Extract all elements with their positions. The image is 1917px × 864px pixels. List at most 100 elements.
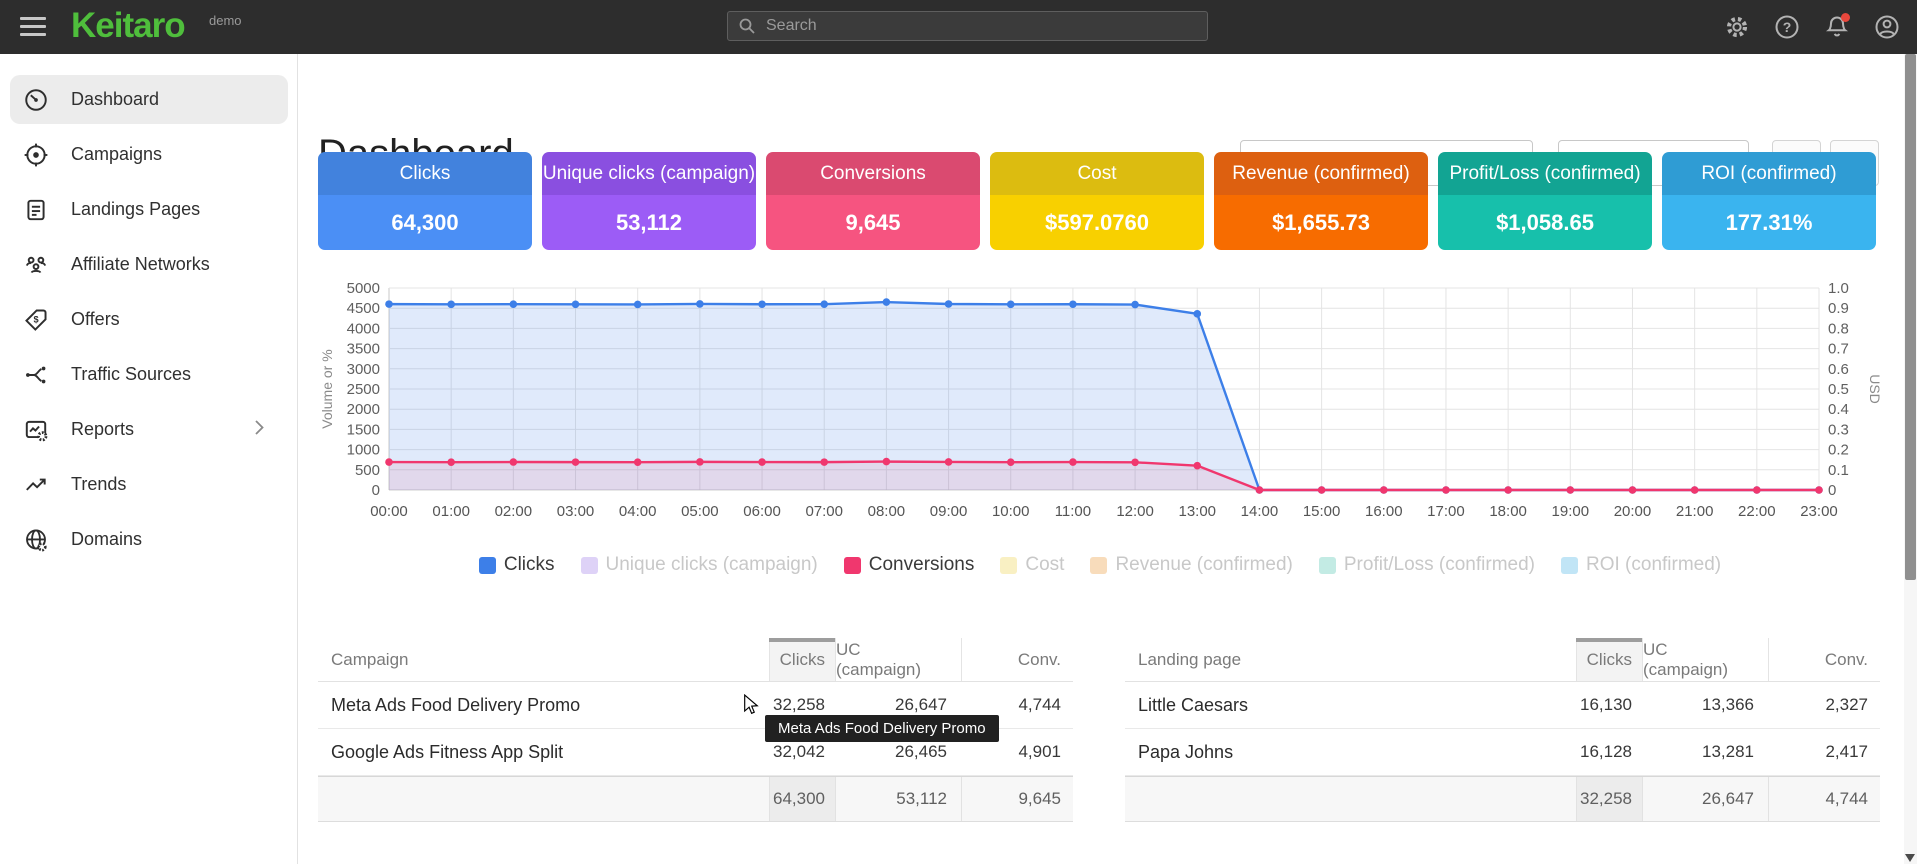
legend-item-conversions[interactable]: Conversions — [844, 554, 975, 576]
legend-item-cost[interactable]: Cost — [1000, 554, 1064, 576]
svg-text:01:00: 01:00 — [432, 503, 470, 520]
sidebar-item-offers[interactable]: $ Offers — [10, 295, 288, 344]
legend-item-unique-clicks-campaign[interactable]: Unique clicks (campaign) — [581, 554, 818, 576]
sidebar-item-campaigns[interactable]: Campaigns — [10, 130, 288, 179]
totals-cell: 4,744 — [1768, 777, 1880, 821]
settings-gear-icon[interactable] — [1723, 13, 1751, 41]
legend-item-revenue-confirmed[interactable]: Revenue (confirmed) — [1090, 554, 1292, 576]
column-header-campaign[interactable]: Campaign — [318, 638, 769, 681]
table-totals-row: 64,30053,1129,645 — [318, 776, 1073, 822]
svg-text:2000: 2000 — [347, 401, 380, 418]
totals-cell: 9,645 — [961, 777, 1073, 821]
table-row[interactable]: Papa Johns16,12813,2812,417 — [1125, 729, 1880, 776]
stat-card-cost: Cost$597.0760 — [990, 152, 1204, 250]
svg-text:22:00: 22:00 — [1738, 503, 1776, 520]
sidebar-item-landings[interactable]: Landings Pages — [10, 185, 288, 234]
sidebar-item-label: Trends — [71, 474, 126, 495]
svg-text:2500: 2500 — [347, 381, 380, 398]
sidebar-item-affiliate-networks[interactable]: Affiliate Networks — [10, 240, 288, 289]
stat-card-value: $1,655.73 — [1214, 195, 1428, 250]
stat-card-label: Cost — [990, 152, 1204, 195]
sidebar-item-reports[interactable]: Reports — [10, 405, 288, 454]
svg-text:0.9: 0.9 — [1828, 300, 1849, 317]
stat-card-value: 177.31% — [1662, 195, 1876, 250]
row-name-cell: Meta Ads Food Delivery Promo — [318, 682, 769, 728]
stat-card-revenue-confirmed: Revenue (confirmed)$1,655.73 — [1214, 152, 1428, 250]
stat-card-value: 9,645 — [766, 195, 980, 250]
table-totals-row: 32,25826,6474,744 — [1125, 776, 1880, 822]
column-header-uc-campaign[interactable]: UC (campaign) — [1642, 638, 1768, 681]
legend-swatch — [479, 557, 496, 574]
sidebar: Dashboard Campaigns Landings Pages Affiliat… — [0, 54, 298, 864]
legend-swatch — [1000, 557, 1017, 574]
legend-label: Conversions — [869, 554, 975, 576]
svg-text:06:00: 06:00 — [743, 503, 781, 520]
legend-swatch — [581, 557, 598, 574]
sidebar-item-domains[interactable]: Domains — [10, 515, 288, 564]
legend-label: Profit/Loss (confirmed) — [1344, 554, 1535, 576]
row-name-cell: Little Caesars — [1125, 682, 1576, 728]
svg-text:$: $ — [33, 314, 38, 324]
sidebar-item-label: Dashboard — [71, 89, 159, 110]
totals-cell: 64,300 — [769, 777, 835, 821]
legend-item-roi-confirmed[interactable]: ROI (confirmed) — [1561, 554, 1721, 576]
sidebar-item-dashboard[interactable]: Dashboard — [10, 75, 288, 124]
column-header-conv[interactable]: Conv. — [1768, 638, 1880, 681]
table-row[interactable]: Little Caesars16,13013,3662,327 — [1125, 682, 1880, 729]
totals-cell: 32,258 — [1576, 777, 1642, 821]
stat-card-label: ROI (confirmed) — [1662, 152, 1876, 195]
svg-text:11:00: 11:00 — [1055, 503, 1091, 520]
stat-card-label: Unique clicks (campaign) — [542, 152, 756, 195]
row-name-cell: Papa Johns — [1125, 729, 1576, 775]
legend-swatch — [1319, 557, 1336, 574]
column-header-uc-campaign[interactable]: UC (campaign) — [835, 638, 961, 681]
svg-text:09:00: 09:00 — [930, 503, 968, 520]
svg-text:14:00: 14:00 — [1241, 503, 1279, 520]
menu-hamburger-icon[interactable] — [20, 17, 46, 37]
sidebar-item-label: Offers — [71, 309, 120, 330]
svg-text:0.6: 0.6 — [1828, 361, 1849, 378]
svg-text:0: 0 — [1828, 482, 1836, 499]
column-header-clicks[interactable]: Clicks — [769, 638, 835, 681]
svg-text:03:00: 03:00 — [557, 503, 595, 520]
svg-text:20:00: 20:00 — [1614, 503, 1652, 520]
svg-text:04:00: 04:00 — [619, 503, 657, 520]
landings-table: Landing pageClicksUC (campaign)Conv.Litt… — [1125, 638, 1880, 822]
legend-swatch — [1561, 557, 1578, 574]
search-icon — [738, 17, 756, 35]
trends-icon — [23, 472, 49, 498]
notifications-bell-icon[interactable] — [1823, 13, 1851, 41]
traffic-icon — [23, 362, 49, 388]
legend-swatch — [844, 557, 861, 574]
svg-text:0.2: 0.2 — [1828, 442, 1849, 459]
column-header-clicks[interactable]: Clicks — [1576, 638, 1642, 681]
legend-label: Revenue (confirmed) — [1115, 554, 1292, 576]
stat-card-roi-confirmed: ROI (confirmed)177.31% — [1662, 152, 1876, 250]
sidebar-item-label: Reports — [71, 419, 134, 440]
legend-item-profit-loss-confirmed[interactable]: Profit/Loss (confirmed) — [1319, 554, 1535, 576]
svg-text:5000: 5000 — [347, 280, 380, 297]
scrollbar-thumb[interactable] — [1905, 54, 1916, 580]
column-header-landing-page[interactable]: Landing page — [1125, 638, 1576, 681]
account-icon[interactable] — [1873, 13, 1901, 41]
dashboard-icon — [23, 87, 49, 113]
svg-text:0.5: 0.5 — [1828, 381, 1849, 398]
stat-card-value: 53,112 — [542, 195, 756, 250]
help-icon[interactable]: ? — [1773, 13, 1801, 41]
row-value-cell: 13,281 — [1642, 729, 1768, 775]
svg-text:16:00: 16:00 — [1365, 503, 1403, 520]
sidebar-item-trends[interactable]: Trends — [10, 460, 288, 509]
table-header-row: CampaignClicksUC (campaign)Conv. — [318, 638, 1073, 682]
topbar: Keitaro demo ? — [0, 0, 1917, 54]
search-input[interactable] — [764, 16, 1188, 36]
chart-svg: 005000.110000.215000.320000.425000.53000… — [318, 268, 1882, 534]
stat-card-clicks: Clicks64,300 — [318, 152, 532, 250]
svg-text:00:00: 00:00 — [370, 503, 408, 520]
landings-icon — [23, 197, 49, 223]
legend-item-clicks[interactable]: Clicks — [479, 554, 555, 576]
row-tooltip: Meta Ads Food Delivery Promo — [765, 715, 999, 742]
scroll-down-arrow-icon[interactable] — [1905, 854, 1915, 862]
column-header-conv[interactable]: Conv. — [961, 638, 1073, 681]
sidebar-item-traffic-sources[interactable]: Traffic Sources — [10, 350, 288, 399]
stat-card-label: Profit/Loss (confirmed) — [1438, 152, 1652, 195]
